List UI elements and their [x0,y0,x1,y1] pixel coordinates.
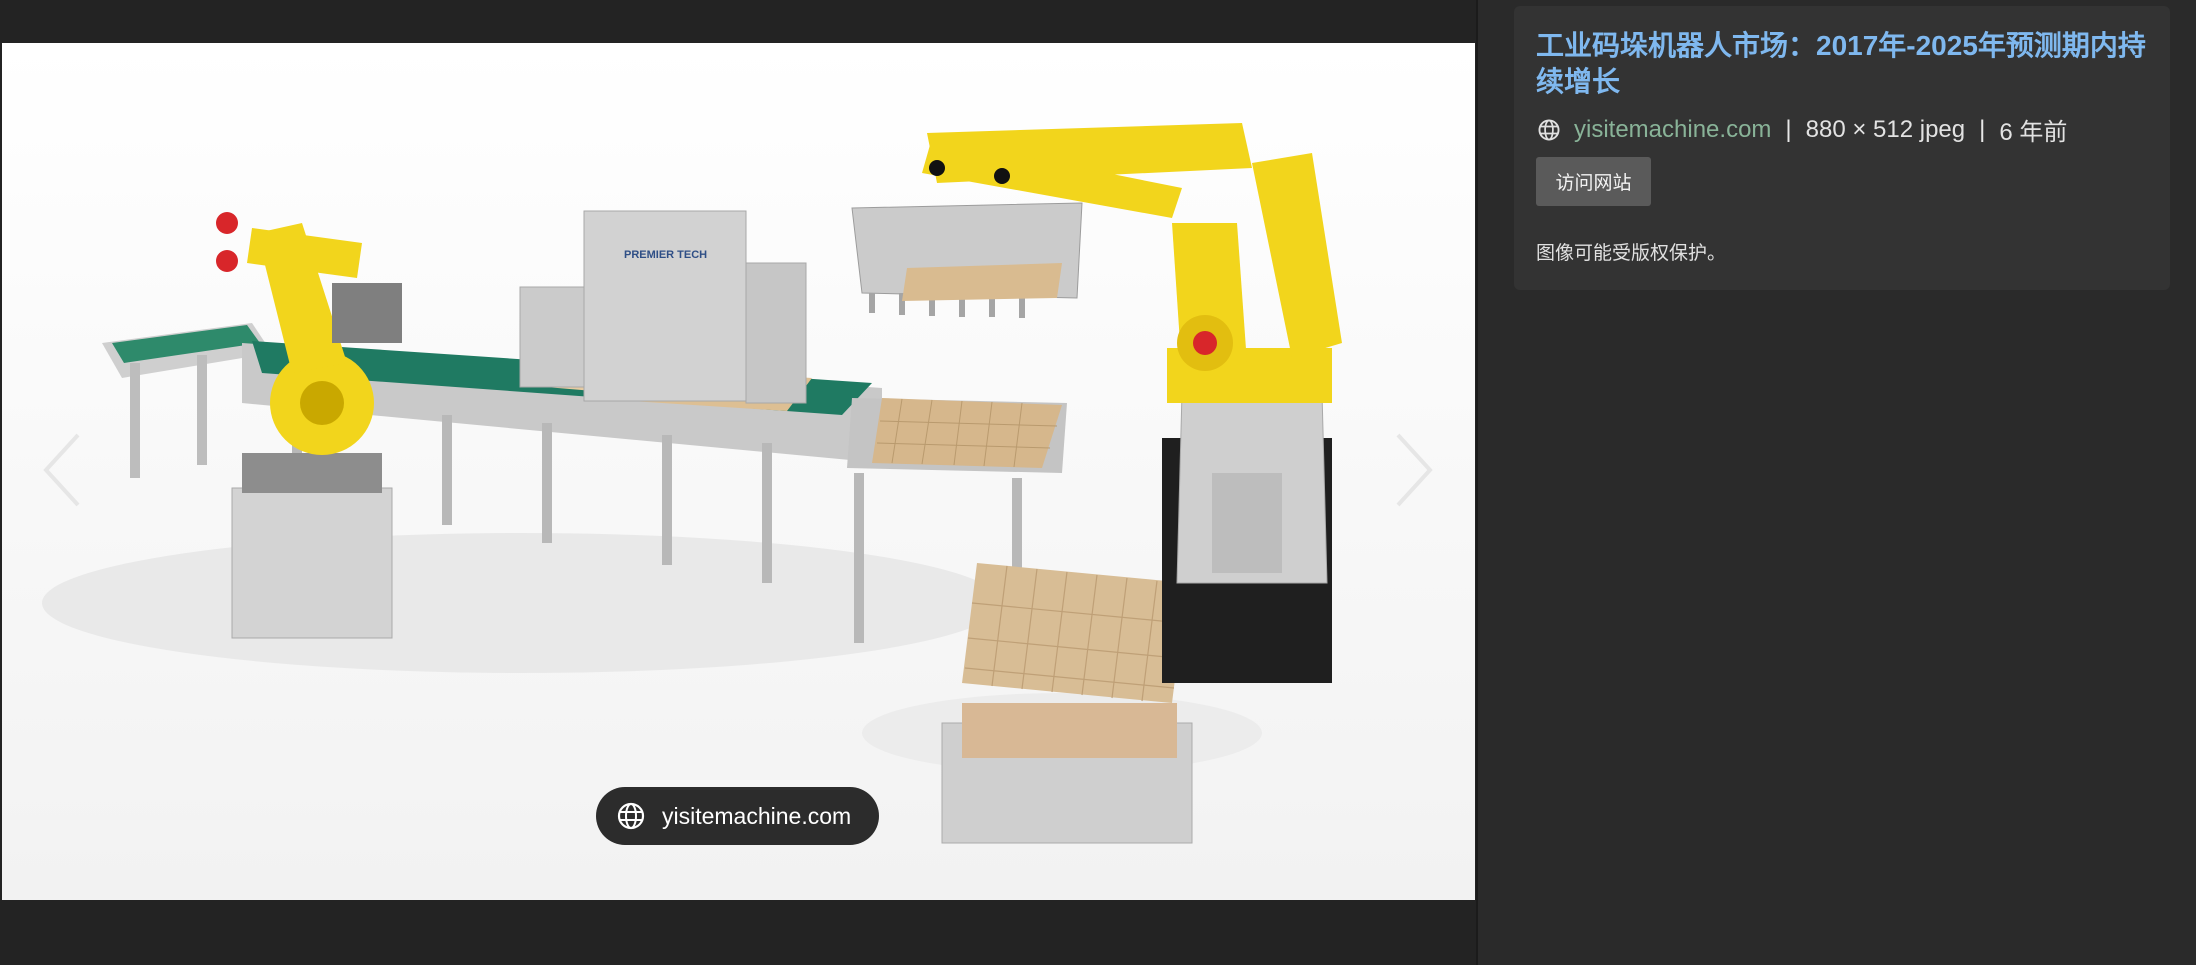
image-age: 6 年前 [1999,119,2068,146]
meta-separator: | [1785,115,1792,143]
chevron-left-icon[interactable] [38,430,88,510]
details-panel: 工业码垛机器人市场：2017年-2025年预测期内持续增长 yisitemach… [1478,0,2196,965]
meta-separator: | [1979,115,1986,143]
image-viewer: PREMIER TECH yisitemachine.com [0,0,1476,965]
visit-site-button[interactable]: 访问网站 [1536,157,1651,206]
globe-icon [617,802,645,830]
preview-image[interactable]: PREMIER TECH [2,43,1475,900]
source-link-pill[interactable]: yisitemachine.com [596,787,879,845]
copyright-notice: 图像可能受版权保护。 [1536,243,1727,264]
image-meta-row: yisitemachine.com | 880 × 512 jpeg | 6 年… [1536,112,2067,147]
globe-icon [1538,119,1560,140]
image-title-link[interactable]: 工业码垛机器人市场：2017年-2025年预测期内持续增长 [1536,28,2156,100]
site-link[interactable]: yisitemachine.com [1574,116,1771,144]
image-info-card: 工业码垛机器人市场：2017年-2025年预测期内持续增长 yisitemach… [1514,6,2170,290]
palletizing-line-illustration: PREMIER TECH [2,43,1475,900]
source-label: yisitemachine.com [662,802,852,829]
image-dimensions: 880 × 512 jpeg [1805,115,1966,143]
cabinet-brand-label: PREMIER TECH [624,249,707,261]
chevron-right-icon[interactable] [1388,430,1438,510]
